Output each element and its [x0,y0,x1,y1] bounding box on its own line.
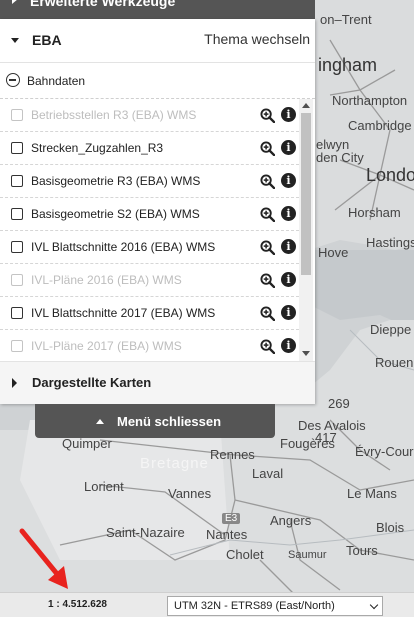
map-label-n269: 269 [328,396,350,411]
map-label-cambridge: Cambridge [348,118,412,133]
map-label-bretagne: Bretagne [140,455,209,472]
layer-panel: EBA Thema wechseln Bahndaten Betriebsste… [0,19,315,404]
layer-name: Betriebsstellen R3 (EBA) WMS [31,108,197,122]
info-icon[interactable]: i [281,173,296,188]
layer-list-scrollbar[interactable] [299,99,313,361]
layer-checkbox[interactable] [11,274,23,286]
theme-row[interactable]: EBA Thema wechseln [0,19,315,63]
map-scale: 1 : 4.512.628 [48,599,107,610]
map-label-horsham: Horsham [348,205,401,220]
layer-checkbox[interactable] [11,175,23,187]
layer-name: Basisgeometrie S2 (EBA) WMS [31,207,200,221]
zoom-in-icon[interactable] [260,273,275,288]
close-menu-label: Menü schliessen [117,414,222,429]
theme-name: EBA [32,32,62,48]
tools-header-title: Erweiterte Werkzeuge [30,0,176,9]
map-label-lorient: Lorient [84,479,124,494]
layer-name: Strecken_Zugzahlen_R3 [31,141,164,155]
layer-row[interactable]: IVL Blattschnitte 2017 (EBA) WMS i [0,297,299,330]
info-icon[interactable]: i [281,272,296,287]
chevron-down-icon [369,600,379,610]
map-label-cholet: Cholet [226,547,264,562]
map-label-laval: Laval [252,466,284,481]
scroll-thumb[interactable] [301,113,311,275]
layer-row[interactable]: Strecken_Zugzahlen_R3 i [0,132,299,165]
map-label-evry: Évry-Cour [355,444,414,459]
info-icon[interactable]: i [281,107,296,122]
zoom-in-icon[interactable] [260,141,275,156]
layer-checkbox[interactable] [11,142,23,154]
map-label-hove: Hove [318,245,349,260]
layer-row[interactable]: IVL-Pläne 2016 (EBA) WMS i [0,264,299,297]
layer-checkbox[interactable] [11,208,23,220]
zoom-in-icon[interactable] [260,207,275,222]
layer-name: IVL-Pläne 2017 (EBA) WMS [31,339,182,353]
layer-checkbox[interactable] [11,241,23,253]
map-label-vannes: Vannes [168,486,212,501]
layer-name: Basisgeometrie R3 (EBA) WMS [31,174,201,188]
layer-name: IVL Blattschnitte 2017 (EBA) WMS [31,306,216,320]
map-label-fougeres: Fougères [280,436,335,451]
red-arrow-annotation-icon [19,528,68,589]
zoom-in-icon[interactable] [260,108,275,123]
layer-checkbox[interactable] [11,109,23,121]
layer-list: Betriebsstellen R3 (EBA) WMS i Strecken_Zu… [0,99,315,361]
collapse-caret-icon [11,38,19,43]
zoom-in-icon[interactable] [260,240,275,255]
theme-switch-link[interactable]: Thema wechseln [204,31,310,47]
info-icon[interactable]: i [281,140,296,155]
info-icon[interactable]: i [281,239,296,254]
info-icon[interactable]: i [281,338,296,353]
map-label-quimper: Quimper [62,436,112,451]
map-label-e3: E3 [222,513,241,524]
map-label-angers: Angers [270,513,312,528]
info-icon[interactable]: i [281,305,296,320]
zoom-in-icon[interactable] [260,339,275,354]
map-label-tours: Tours [346,543,378,558]
map-label-blois: Blois [376,520,405,535]
minus-circle-icon[interactable] [6,73,20,87]
map-label-den-city: den City [316,150,364,165]
layer-row[interactable]: Basisgeometrie S2 (EBA) WMS i [0,198,299,231]
scroll-up-arrow-icon[interactable] [302,103,310,108]
status-bar: 1 : 4.512.628 UTM 32N - ETRS89 (East/Nor… [0,592,414,617]
layer-row[interactable]: IVL Blattschnitte 2016 (EBA) WMS i [0,231,299,264]
map-label-saumur: Saumur [288,549,327,561]
displayed-maps-label: Dargestellte Karten [32,375,152,390]
zoom-in-icon[interactable] [260,174,275,189]
map-label-hastings: Hastings [366,235,414,250]
layer-row[interactable]: IVL-Pläne 2017 (EBA) WMS i [0,330,299,361]
zoom-in-icon[interactable] [260,306,275,321]
map-label-dieppe: Dieppe [370,322,412,337]
layer-row[interactable]: Basisgeometrie R3 (EBA) WMS i [0,165,299,198]
layer-row[interactable]: Betriebsstellen R3 (EBA) WMS i [0,99,299,132]
map-label-rouen: Rouen [375,355,414,370]
tools-header[interactable]: Erweiterte Werkzeuge [0,0,315,19]
scroll-down-arrow-icon[interactable] [302,351,310,356]
crs-select[interactable]: UTM 32N - ETRS89 (East/North) [167,596,383,616]
layer-name: IVL-Pläne 2016 (EBA) WMS [31,273,182,287]
map-label-saint-nazaire: Saint-Nazaire [106,525,185,540]
displayed-maps-row[interactable]: Dargestellte Karten [0,361,315,404]
map-label-nottingham: ingham [318,55,378,75]
close-menu-button[interactable]: Menü schliessen [35,404,275,438]
map-label-trent: on–Trent [320,12,372,27]
layer-checkbox[interactable] [11,340,23,352]
layer-group-name: Bahndaten [27,74,86,88]
map-label-london: Londo [366,165,414,185]
layer-name: IVL Blattschnitte 2016 (EBA) WMS [31,240,216,254]
info-icon[interactable]: i [281,206,296,221]
map-label-nantes: Nantes [206,527,248,542]
expand-triangle-icon [12,378,17,388]
expand-triangle-icon [12,0,18,4]
map-label-northampton: Northampton [332,93,408,108]
crs-select-value: UTM 32N - ETRS89 (East/North) [174,600,335,612]
map-label-rennes: Rennes [210,447,255,462]
layer-group-row[interactable]: Bahndaten [0,63,315,99]
caret-up-icon [96,419,104,424]
layer-checkbox[interactable] [11,307,23,319]
map-label-le-mans: Le Mans [347,486,397,501]
